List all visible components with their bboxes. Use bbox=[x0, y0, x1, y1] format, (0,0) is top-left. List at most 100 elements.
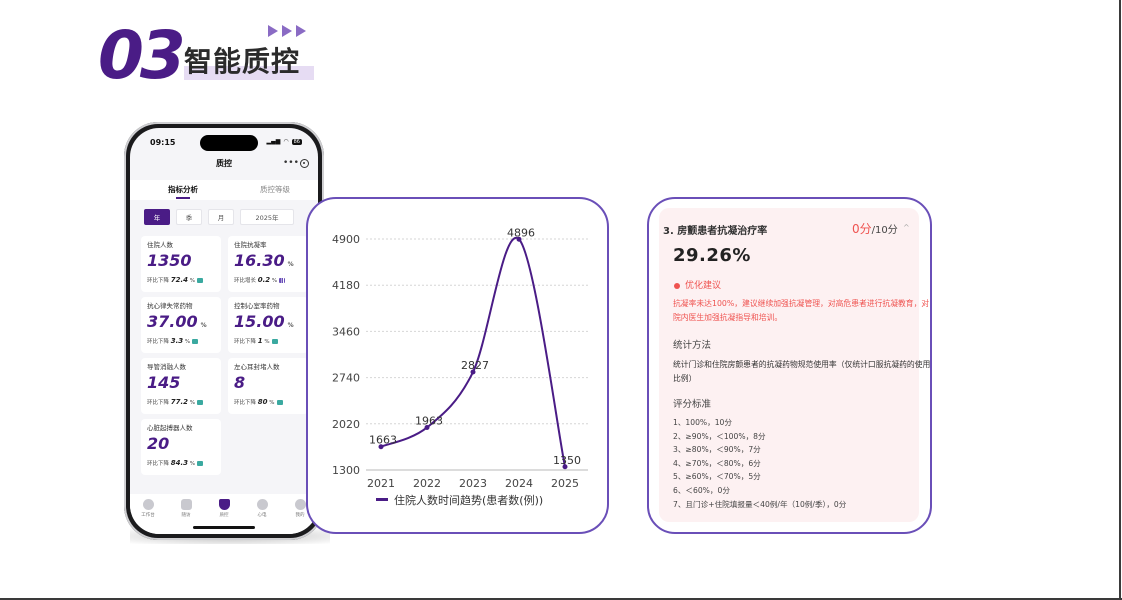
data-label: 1350 bbox=[553, 454, 581, 467]
metric-value: 145 bbox=[147, 372, 215, 398]
bar-chart-icon bbox=[279, 278, 286, 283]
trend-label: 环比下降 bbox=[234, 339, 257, 345]
folder-icon bbox=[197, 278, 204, 283]
tab-quality-level[interactable]: 质控等级 bbox=[260, 184, 290, 195]
metric-number: 145 bbox=[147, 373, 181, 392]
score-value: 0分 bbox=[852, 222, 872, 236]
metric-number: 1350 bbox=[147, 251, 192, 270]
metric-label: 住院抗凝率 bbox=[234, 241, 267, 249]
trend-value: 1 bbox=[257, 337, 263, 345]
y-tick-label: 4180 bbox=[332, 279, 360, 292]
metric-card[interactable]: 抗心律失常药物 37.00% 环比下降 3.3 % bbox=[141, 297, 221, 353]
scoring-list: 1、100%，10分 2、≥90%，＜100%，8分 3、≥80%，＜90%，7分 4… bbox=[673, 416, 935, 511]
y-tick-label: 4900 bbox=[332, 233, 360, 246]
folder-icon bbox=[197, 461, 204, 466]
trend-unit: % bbox=[264, 339, 270, 345]
legend-swatch bbox=[376, 498, 388, 501]
metric-label: 导管消融人数 bbox=[147, 363, 186, 371]
nav-followup[interactable]: 随访 bbox=[170, 499, 202, 518]
scoring-item: 4、≥70%，＜80%，6分 bbox=[673, 458, 761, 468]
period-chips: 年 季 月 2025年 bbox=[144, 209, 294, 225]
metric-card[interactable]: 左心耳封堵人数 8 环比下降 80 % bbox=[228, 358, 308, 414]
metric-trend: 环比下降 80 % bbox=[234, 398, 302, 406]
chip-quarter[interactable]: 季 bbox=[176, 209, 202, 225]
more-icon[interactable]: ••• bbox=[283, 158, 299, 168]
metric-value: 15.00% bbox=[234, 311, 302, 337]
trend-label: 环比下降 bbox=[147, 278, 170, 284]
scoring-title: 评分标准 bbox=[673, 399, 712, 410]
chip-year[interactable]: 年 bbox=[144, 209, 170, 225]
scoring-item: 3、≥80%，＜90%，7分 bbox=[673, 445, 761, 455]
indicator-detail-card: 3. 房颤患者抗凝治疗率 0分/10分 ^ 29.26% 优化建议 抗凝率未达1… bbox=[647, 197, 932, 534]
metric-value: 16.30% bbox=[234, 250, 302, 276]
nav-quality[interactable]: 质控 bbox=[208, 499, 240, 518]
tab-bar: 指标分析 质控等级 bbox=[130, 180, 318, 200]
metric-number: 8 bbox=[234, 373, 246, 392]
y-tick-label: 2740 bbox=[332, 372, 360, 385]
user-icon bbox=[294, 499, 306, 510]
metric-card[interactable]: 住院抗凝率 16.30% 环比增长 0.2 % bbox=[228, 236, 308, 292]
chevron-up-icon[interactable]: ^ bbox=[903, 223, 910, 232]
data-label: 1963 bbox=[415, 414, 443, 427]
arrow-icon bbox=[282, 25, 292, 37]
metric-trend: 环比增长 0.2 % bbox=[234, 276, 302, 284]
series-line bbox=[380, 236, 566, 467]
x-tick-label: 2023 bbox=[459, 477, 487, 490]
x-tick-label: 2024 bbox=[505, 477, 533, 490]
metric-unit: % bbox=[200, 322, 207, 329]
dynamic-island bbox=[200, 135, 258, 151]
metric-card[interactable]: 心脏起搏器人数 20 环比下降 84.3 % bbox=[141, 419, 221, 475]
scoring-item: 6、＜60%，0分 bbox=[673, 485, 730, 495]
trend-label: 环比下降 bbox=[147, 339, 170, 345]
metric-number: 16.30 bbox=[234, 251, 285, 270]
metric-value: 1350 bbox=[147, 250, 215, 276]
metric-label: 住院人数 bbox=[147, 241, 173, 249]
metric-number: 37.00 bbox=[147, 312, 198, 331]
decorative-arrows-icon bbox=[268, 25, 306, 37]
x-tick-label: 2025 bbox=[551, 477, 579, 490]
chip-month[interactable]: 月 bbox=[208, 209, 234, 225]
data-label: 1663 bbox=[369, 434, 397, 447]
trend-label: 环比下降 bbox=[234, 400, 257, 406]
metric-label: 左心耳封堵人数 bbox=[234, 363, 280, 371]
wifi-icon: ◠ bbox=[283, 138, 289, 145]
warning-dot-icon bbox=[674, 283, 680, 289]
close-target-icon[interactable] bbox=[300, 159, 309, 168]
metric-card[interactable]: 导管消融人数 145 环比下降 77.2 % bbox=[141, 358, 221, 414]
year-select[interactable]: 2025年 bbox=[240, 209, 294, 225]
metric-card[interactable]: 住院人数 1350 环比下降 72.4 % bbox=[141, 236, 221, 292]
y-tick-label: 2020 bbox=[332, 418, 360, 431]
section-title-group: 智能质控 bbox=[184, 42, 314, 82]
nav-workbench[interactable]: 工作台 bbox=[132, 499, 164, 518]
trend-value: 3.3 bbox=[170, 337, 184, 345]
metric-value: 20 bbox=[147, 433, 215, 459]
nav-label: 工作台 bbox=[141, 513, 155, 518]
method-title: 统计方法 bbox=[673, 340, 712, 351]
folder-icon bbox=[192, 339, 199, 344]
indicator-title: 3. 房颤患者抗凝治疗率 bbox=[663, 226, 768, 237]
nav-label: 随访 bbox=[181, 513, 191, 518]
x-tick-label: 2022 bbox=[413, 477, 441, 490]
metric-unit: % bbox=[287, 261, 294, 268]
trend-value: 0.2 bbox=[257, 276, 271, 284]
home-indicator bbox=[193, 526, 255, 529]
arrow-icon bbox=[268, 25, 278, 37]
document-icon bbox=[180, 499, 192, 510]
trend-unit: % bbox=[269, 400, 275, 406]
metric-label: 抗心律失常药物 bbox=[147, 302, 193, 310]
trend-value: 77.2 bbox=[170, 398, 189, 406]
trend-chart-card: 1300 2020 2740 3460 4180 4900 2021 2022 2023 2024… bbox=[306, 197, 609, 534]
trend-label: 环比增长 bbox=[234, 278, 257, 284]
trend-label: 环比下降 bbox=[147, 400, 170, 406]
suggestion-text: 抗凝率未达100%，建议继续加强抗凝管理，对高危患者进行抗凝教育，对院内医生加强… bbox=[673, 299, 930, 322]
metric-card[interactable]: 控制心室率药物 15.00% 环比下降 1 % bbox=[228, 297, 308, 353]
status-time: 09:15 bbox=[150, 138, 176, 147]
trend-chart: 1300 2020 2740 3460 4180 4900 2021 2022 2023 2024… bbox=[332, 226, 588, 507]
signal-icon: ▂▄▆ bbox=[266, 138, 281, 145]
nav-ecg[interactable]: 心电 bbox=[246, 499, 278, 518]
tab-indicator-analysis[interactable]: 指标分析 bbox=[168, 184, 198, 195]
section-title: 智能质控 bbox=[184, 45, 301, 78]
trend-label: 环比下降 bbox=[147, 461, 170, 467]
folder-icon bbox=[276, 400, 283, 405]
arrow-icon bbox=[296, 25, 306, 37]
